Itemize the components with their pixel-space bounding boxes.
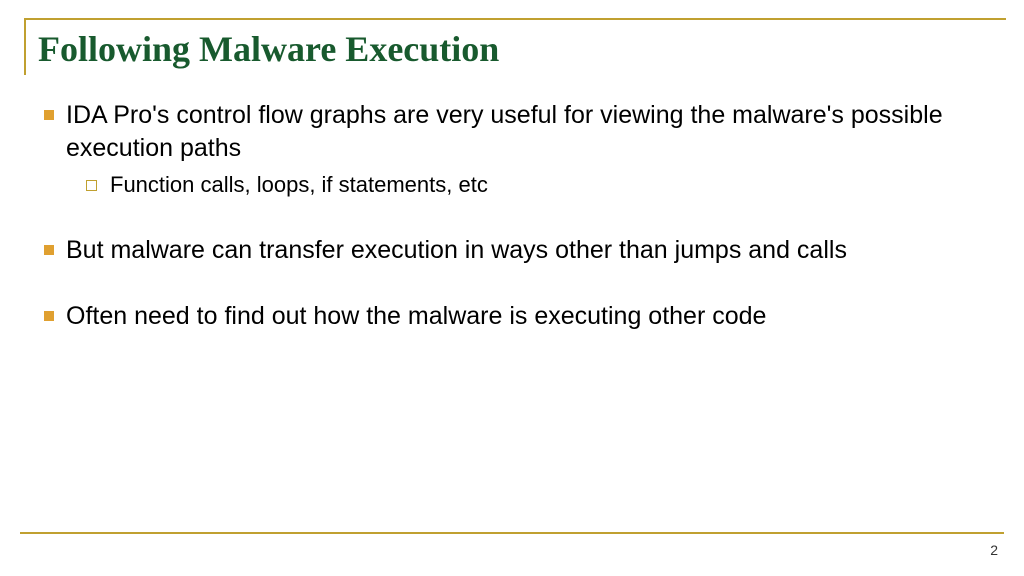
list-item: IDA Pro's control flow graphs are very u… <box>42 99 976 200</box>
slide-title: Following Malware Execution <box>38 24 988 71</box>
slide: Following Malware Execution IDA Pro's co… <box>0 0 1024 576</box>
bullet-text: Often need to find out how the malware i… <box>66 302 766 330</box>
list-item: But malware can transfer execution in wa… <box>42 234 976 267</box>
bullet-text: But malware can transfer execution in wa… <box>66 236 847 264</box>
list-item: Often need to find out how the malware i… <box>42 300 976 333</box>
footer-rule <box>20 532 1004 534</box>
sub-list-item: Function calls, loops, if statements, et… <box>66 170 976 200</box>
bullet-list: IDA Pro's control flow graphs are very u… <box>42 99 976 333</box>
title-top-rule <box>26 18 1006 20</box>
title-container: Following Malware Execution <box>24 18 988 75</box>
content-area: IDA Pro's control flow graphs are very u… <box>24 75 988 333</box>
sub-bullet-text: Function calls, loops, if statements, et… <box>110 172 488 197</box>
bullet-text: IDA Pro's control flow graphs are very u… <box>66 101 943 162</box>
page-number: 2 <box>990 542 998 558</box>
sub-bullet-list: Function calls, loops, if statements, et… <box>66 170 976 200</box>
